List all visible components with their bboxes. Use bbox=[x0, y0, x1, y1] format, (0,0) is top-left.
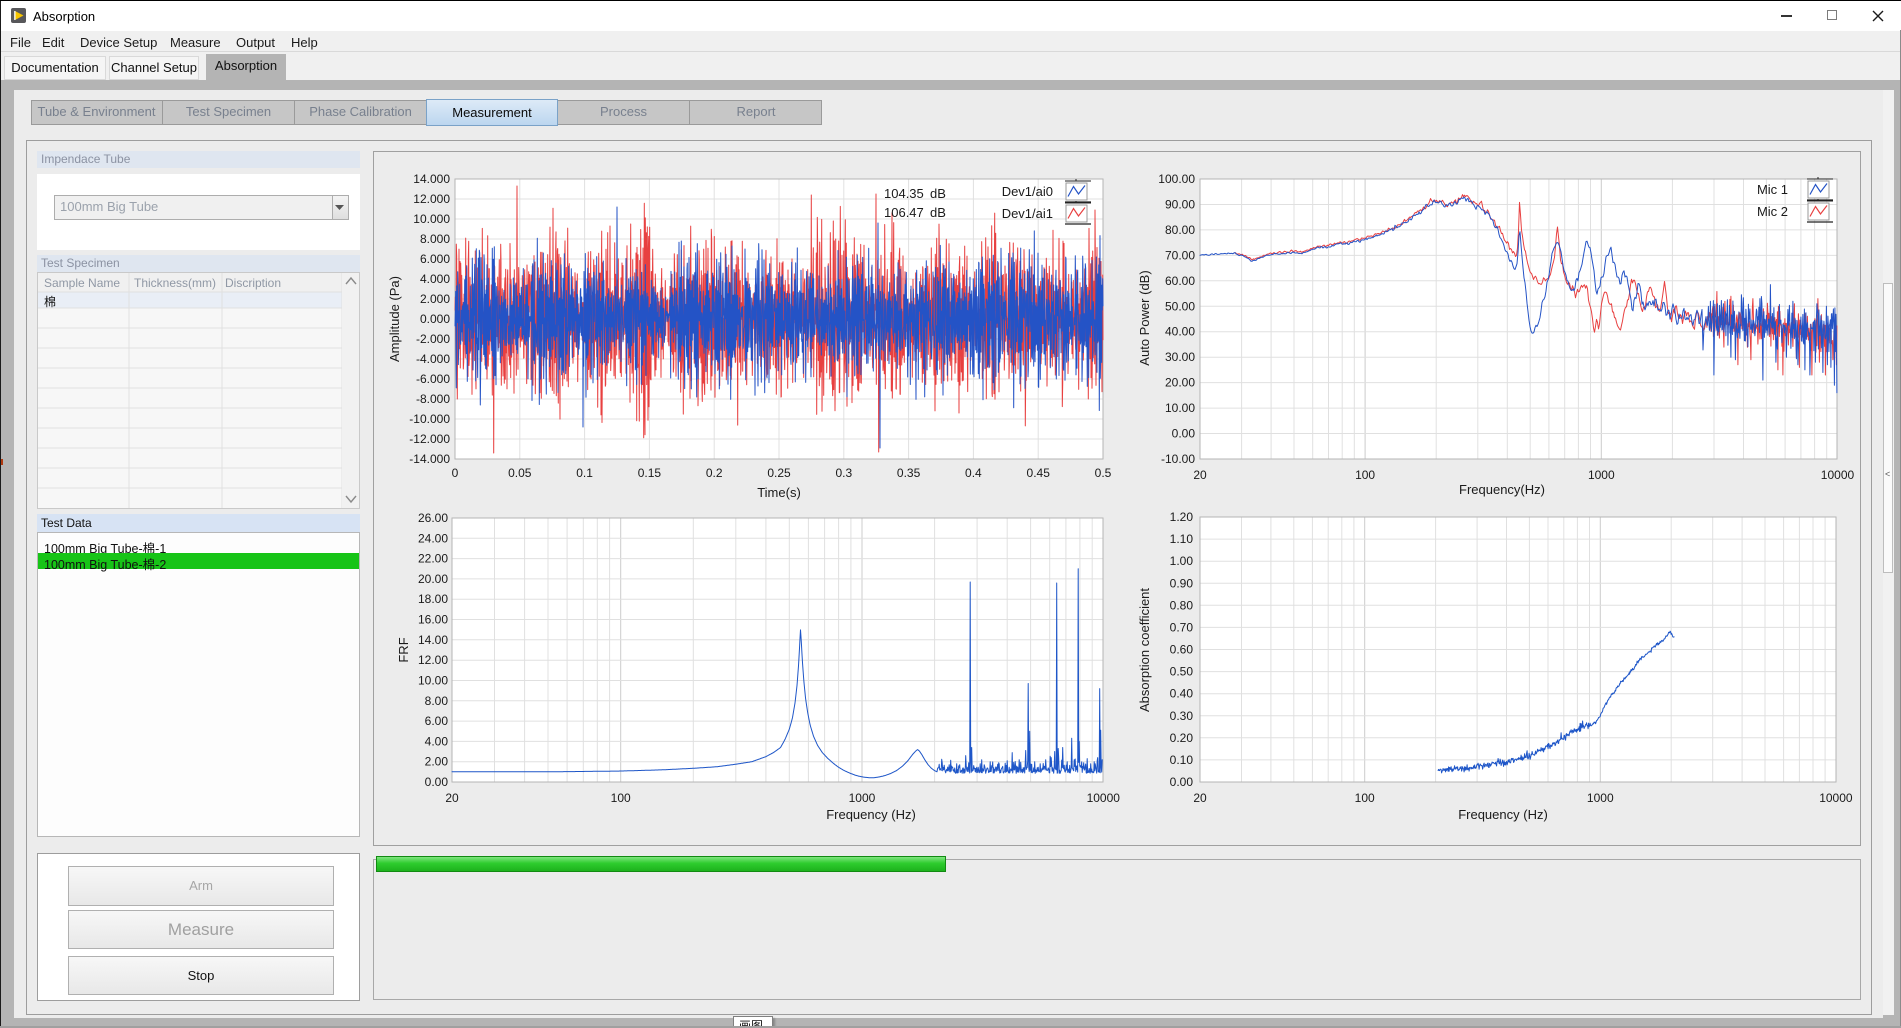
svg-text:18.00: 18.00 bbox=[418, 592, 448, 606]
svg-text:0.35: 0.35 bbox=[897, 466, 921, 480]
svg-text:Mic 2: Mic 2 bbox=[1757, 204, 1788, 219]
svg-text:50.00: 50.00 bbox=[1165, 299, 1195, 313]
svg-text:26.00: 26.00 bbox=[418, 511, 448, 525]
svg-text:0: 0 bbox=[452, 466, 459, 480]
svg-text:-10.00: -10.00 bbox=[1161, 452, 1195, 466]
svg-text:Frequency(Hz): Frequency(Hz) bbox=[1459, 482, 1545, 497]
svg-text:20: 20 bbox=[1193, 791, 1207, 805]
svg-text:4.000: 4.000 bbox=[420, 272, 450, 286]
svg-text:Absorption coefficient: Absorption coefficient bbox=[1137, 588, 1152, 712]
svg-text:1.20: 1.20 bbox=[1170, 510, 1194, 524]
svg-text:6.00: 6.00 bbox=[425, 714, 449, 728]
svg-text:0.00: 0.00 bbox=[1170, 775, 1194, 789]
svg-text:0.1: 0.1 bbox=[576, 466, 593, 480]
svg-text:10000: 10000 bbox=[1819, 791, 1853, 805]
svg-text:0.15: 0.15 bbox=[638, 466, 662, 480]
svg-text:-2.000: -2.000 bbox=[416, 332, 450, 346]
svg-text:10.00: 10.00 bbox=[1165, 401, 1195, 415]
svg-text:0.60: 0.60 bbox=[1170, 643, 1194, 657]
svg-text:104.35: 104.35 bbox=[884, 186, 924, 201]
svg-text:100: 100 bbox=[611, 791, 631, 805]
svg-text:Dev1/ai1: Dev1/ai1 bbox=[1002, 206, 1053, 221]
svg-text:0.20: 0.20 bbox=[1170, 731, 1194, 745]
svg-text:10.00: 10.00 bbox=[418, 673, 448, 687]
svg-text:12.00: 12.00 bbox=[418, 653, 448, 667]
svg-text:0.2: 0.2 bbox=[706, 466, 723, 480]
svg-text:Time(s): Time(s) bbox=[757, 485, 801, 500]
svg-text:14.00: 14.00 bbox=[418, 633, 448, 647]
svg-text:6.000: 6.000 bbox=[420, 252, 450, 266]
svg-text:1000: 1000 bbox=[849, 791, 876, 805]
svg-text:40.00: 40.00 bbox=[1165, 325, 1195, 339]
svg-text:Frequency (Hz): Frequency (Hz) bbox=[1458, 807, 1548, 822]
svg-text:4.00: 4.00 bbox=[425, 734, 449, 748]
svg-text:2.000: 2.000 bbox=[420, 292, 450, 306]
svg-text:0.30: 0.30 bbox=[1170, 709, 1194, 723]
svg-text:60.00: 60.00 bbox=[1165, 274, 1195, 288]
svg-text:20.00: 20.00 bbox=[418, 572, 448, 586]
svg-text:FRF: FRF bbox=[396, 637, 411, 662]
svg-text:-14.000: -14.000 bbox=[409, 452, 450, 466]
svg-text:0.4: 0.4 bbox=[965, 466, 982, 480]
svg-text:0.000: 0.000 bbox=[420, 312, 450, 326]
svg-text:0.40: 0.40 bbox=[1170, 687, 1194, 701]
svg-text:14.000: 14.000 bbox=[413, 172, 450, 186]
svg-text:-10.000: -10.000 bbox=[409, 412, 450, 426]
svg-text:70.00: 70.00 bbox=[1165, 248, 1195, 262]
svg-text:-12.000: -12.000 bbox=[409, 432, 450, 446]
svg-text:-4.000: -4.000 bbox=[416, 352, 450, 366]
svg-text:Auto Power (dB): Auto Power (dB) bbox=[1137, 270, 1152, 365]
svg-text:-6.000: -6.000 bbox=[416, 372, 450, 386]
svg-text:0.70: 0.70 bbox=[1170, 620, 1194, 634]
svg-text:0.05: 0.05 bbox=[508, 466, 532, 480]
svg-text:Frequency (Hz): Frequency (Hz) bbox=[826, 807, 916, 822]
svg-text:2.00: 2.00 bbox=[425, 755, 449, 769]
svg-text:20: 20 bbox=[1193, 468, 1207, 482]
svg-text:10.000: 10.000 bbox=[413, 212, 450, 226]
svg-text:0.45: 0.45 bbox=[1027, 466, 1051, 480]
svg-text:0.90: 0.90 bbox=[1170, 576, 1194, 590]
svg-text:Mic 1: Mic 1 bbox=[1757, 182, 1788, 197]
svg-text:100: 100 bbox=[1355, 468, 1375, 482]
svg-text:100.00: 100.00 bbox=[1158, 172, 1195, 186]
svg-text:24.00: 24.00 bbox=[418, 531, 448, 545]
svg-text:22.00: 22.00 bbox=[418, 552, 448, 566]
svg-text:90.00: 90.00 bbox=[1165, 197, 1195, 211]
svg-text:1000: 1000 bbox=[1588, 468, 1615, 482]
svg-text:0.00: 0.00 bbox=[425, 775, 449, 789]
svg-text:8.000: 8.000 bbox=[420, 232, 450, 246]
svg-text:0.80: 0.80 bbox=[1170, 598, 1194, 612]
svg-text:dB: dB bbox=[930, 205, 946, 220]
svg-text:106.47: 106.47 bbox=[884, 205, 924, 220]
svg-text:16.00: 16.00 bbox=[418, 613, 448, 627]
svg-text:0.10: 0.10 bbox=[1170, 753, 1194, 767]
svg-text:10000: 10000 bbox=[1087, 791, 1121, 805]
svg-text:100: 100 bbox=[1355, 791, 1375, 805]
svg-text:0.50: 0.50 bbox=[1170, 665, 1194, 679]
svg-text:1.00: 1.00 bbox=[1170, 554, 1194, 568]
svg-text:0.25: 0.25 bbox=[767, 466, 791, 480]
svg-text:dB: dB bbox=[930, 186, 946, 201]
svg-text:Dev1/ai0: Dev1/ai0 bbox=[1002, 184, 1053, 199]
svg-text:80.00: 80.00 bbox=[1165, 223, 1195, 237]
svg-text:30.00: 30.00 bbox=[1165, 350, 1195, 364]
svg-text:20: 20 bbox=[445, 791, 459, 805]
svg-text:8.00: 8.00 bbox=[425, 694, 449, 708]
svg-text:0.5: 0.5 bbox=[1095, 466, 1112, 480]
svg-text:0.3: 0.3 bbox=[835, 466, 852, 480]
svg-text:10000: 10000 bbox=[1821, 468, 1855, 482]
svg-text:0.00: 0.00 bbox=[1172, 427, 1196, 441]
svg-text:1.10: 1.10 bbox=[1170, 532, 1194, 546]
svg-text:20.00: 20.00 bbox=[1165, 376, 1195, 390]
svg-text:Amplitude (Pa): Amplitude (Pa) bbox=[387, 276, 402, 362]
svg-text:12.000: 12.000 bbox=[413, 192, 450, 206]
svg-text:-8.000: -8.000 bbox=[416, 392, 450, 406]
svg-text:1000: 1000 bbox=[1587, 791, 1614, 805]
